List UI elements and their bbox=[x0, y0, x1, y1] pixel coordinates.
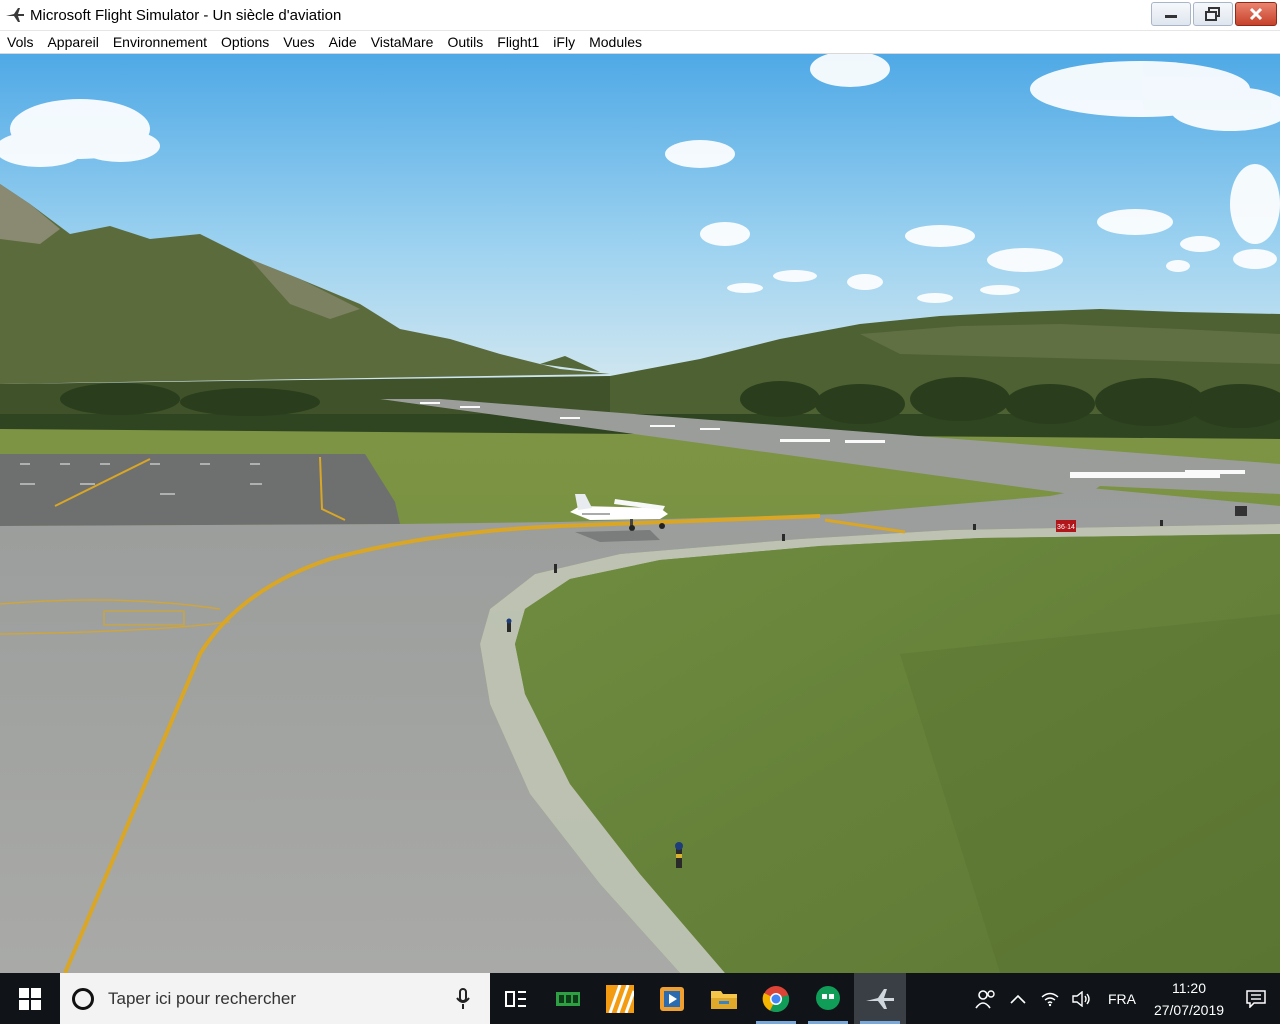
chrome-icon[interactable] bbox=[750, 973, 802, 1024]
system-tray: FRA 11:20 27/07/2019 bbox=[970, 973, 1280, 1024]
start-button[interactable] bbox=[0, 973, 60, 1024]
flight-sim-viewport[interactable]: 36·14 bbox=[0, 54, 1280, 973]
close-icon bbox=[1249, 7, 1263, 21]
airplane-icon bbox=[4, 4, 26, 26]
menu-flight1[interactable]: Flight1 bbox=[490, 31, 546, 53]
restore-button[interactable] bbox=[1193, 2, 1233, 26]
language-indicator[interactable]: FRA bbox=[1098, 991, 1146, 1007]
clock-date: 27/07/2019 bbox=[1153, 1001, 1225, 1018]
menu-aide[interactable]: Aide bbox=[322, 31, 364, 53]
flight-sim-icon[interactable] bbox=[854, 973, 906, 1024]
wifi-icon[interactable] bbox=[1034, 973, 1066, 1024]
menu-outils[interactable]: Outils bbox=[440, 31, 490, 53]
volume-icon[interactable] bbox=[1066, 973, 1098, 1024]
clock[interactable]: 11:20 27/07/2019 bbox=[1146, 977, 1232, 1021]
runway-sign-text: 36·14 bbox=[1057, 524, 1075, 531]
minimize-icon bbox=[1165, 15, 1177, 18]
people-icon[interactable] bbox=[970, 973, 1002, 1024]
menu-environnement[interactable]: Environnement bbox=[106, 31, 214, 53]
chevron-up-icon[interactable] bbox=[1002, 973, 1034, 1024]
clock-time: 11:20 bbox=[1172, 979, 1206, 996]
menu-ifly[interactable]: iFly bbox=[546, 31, 582, 53]
windows-logo-icon bbox=[19, 987, 41, 1010]
action-center-icon[interactable] bbox=[1232, 973, 1280, 1024]
minimize-button[interactable] bbox=[1151, 2, 1191, 26]
close-button[interactable] bbox=[1235, 2, 1277, 26]
menu-modules[interactable]: Modules bbox=[582, 31, 649, 53]
restore-icon bbox=[1205, 7, 1220, 21]
media-player-icon[interactable] bbox=[646, 973, 698, 1024]
title-bar: Microsoft Flight Simulator - Un siècle d… bbox=[0, 0, 1280, 31]
file-explorer-icon[interactable] bbox=[698, 973, 750, 1024]
menu-vues[interactable]: Vues bbox=[276, 31, 321, 53]
microphone-icon[interactable] bbox=[448, 987, 478, 1010]
orange-stripes-app-icon[interactable] bbox=[594, 973, 646, 1024]
menu-options[interactable]: Options bbox=[214, 31, 276, 53]
hangouts-icon[interactable] bbox=[802, 973, 854, 1024]
menu-appareil[interactable]: Appareil bbox=[40, 31, 105, 53]
menu-bar: Vols Appareil Environnement Options Vues… bbox=[0, 31, 1280, 54]
search-box[interactable]: Taper ici pour rechercher bbox=[60, 973, 490, 1024]
task-view-icon[interactable] bbox=[490, 973, 542, 1024]
menu-vols[interactable]: Vols bbox=[0, 31, 40, 53]
menu-vistamare[interactable]: VistaMare bbox=[364, 31, 441, 53]
cortana-icon bbox=[72, 987, 94, 1010]
taskbar: Taper ici pour rechercher FRA 11:20 27/0… bbox=[0, 973, 1280, 1024]
green-app-icon[interactable] bbox=[542, 973, 594, 1024]
window-title: Microsoft Flight Simulator - Un siècle d… bbox=[30, 6, 342, 24]
search-placeholder: Taper ici pour rechercher bbox=[108, 988, 297, 1008]
apron bbox=[0, 454, 400, 526]
